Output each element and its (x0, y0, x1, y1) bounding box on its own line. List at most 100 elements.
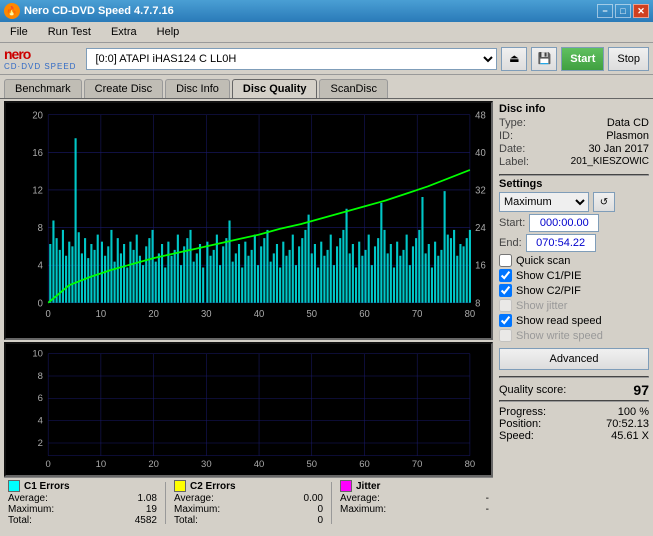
settings-title: Settings (499, 178, 649, 190)
legend-jitter-avg-row: Average: - (340, 493, 489, 504)
eject-button[interactable]: ⏏ (501, 47, 527, 71)
show-read-speed-label: Show read speed (516, 315, 602, 327)
svg-text:50: 50 (306, 308, 317, 320)
svg-text:32: 32 (475, 185, 486, 197)
legend-divider-1 (165, 482, 166, 524)
quality-score-section: Quality score: 97 (499, 382, 649, 398)
app-icon: 🔥 (4, 3, 20, 19)
stop-button[interactable]: Stop (608, 47, 649, 71)
svg-text:12: 12 (32, 185, 43, 197)
disc-info-section: Disc info Type: Data CD ID: Plasmon Date… (499, 103, 649, 168)
right-panel: Disc info Type: Data CD ID: Plasmon Date… (495, 99, 653, 528)
legend-c2-label: C2 Errors (190, 481, 236, 492)
speed-value: 45.61 X (611, 430, 649, 442)
legend-bar: C1 Errors Average: 1.08 Maximum: 19 Tota… (4, 477, 493, 528)
menu-run-test[interactable]: Run Test (42, 24, 97, 40)
divider-3 (499, 400, 649, 402)
c1-max-label: Maximum: (8, 504, 54, 515)
svg-text:60: 60 (359, 308, 370, 320)
show-write-speed-checkbox[interactable] (499, 329, 512, 342)
close-button[interactable]: ✕ (633, 4, 649, 18)
show-c2pif-checkbox[interactable] (499, 284, 512, 297)
disc-date-value: 30 Jan 2017 (588, 143, 649, 155)
legend-c1-max-row: Maximum: 19 (8, 504, 157, 515)
divider-2 (499, 376, 649, 378)
jitter-avg-value: - (486, 493, 489, 504)
svg-text:24: 24 (475, 223, 486, 235)
tabs-bar: Benchmark Create Disc Disc Info Disc Qua… (0, 75, 653, 98)
progress-value: 100 % (618, 406, 649, 418)
show-jitter-checkbox[interactable] (499, 299, 512, 312)
legend-jitter-header: Jitter (340, 480, 489, 492)
disc-info-title: Disc info (499, 103, 649, 115)
toolbar: nero CD·DVD SPEED [0:0] ATAPI iHAS124 C … (0, 43, 653, 75)
c1-color-box (8, 480, 20, 492)
drive-select[interactable]: [0:0] ATAPI iHAS124 C LL0H (86, 48, 497, 70)
advanced-button[interactable]: Advanced (499, 348, 649, 370)
show-read-speed-checkbox[interactable] (499, 314, 512, 327)
settings-end-row: End: (499, 234, 649, 252)
svg-text:16: 16 (32, 147, 43, 159)
show-c1pie-row: Show C1/PIE (499, 269, 649, 282)
quick-scan-row: Quick scan (499, 254, 649, 267)
menu-file[interactable]: File (4, 24, 34, 40)
show-jitter-row: Show jitter (499, 299, 649, 312)
legend-c1-avg-row: Average: 1.08 (8, 493, 157, 504)
svg-text:2: 2 (38, 438, 43, 448)
speed-reset-button[interactable]: ↺ (593, 192, 615, 212)
disc-type-value: Data CD (607, 117, 649, 129)
end-label: End: (499, 237, 522, 249)
start-input[interactable] (529, 214, 599, 232)
tab-benchmark[interactable]: Benchmark (4, 79, 82, 98)
jitter-max-label: Maximum: (340, 504, 386, 515)
legend-jitter: Jitter Average: - Maximum: - (340, 480, 489, 526)
svg-text:70: 70 (412, 308, 423, 320)
c2-avg-label: Average: (174, 493, 214, 504)
quick-scan-checkbox[interactable] (499, 254, 512, 267)
disc-id-row: ID: Plasmon (499, 130, 649, 142)
svg-text:80: 80 (465, 308, 476, 320)
tab-scan-disc[interactable]: ScanDisc (319, 79, 387, 98)
show-write-speed-row: Show write speed (499, 329, 649, 342)
title-bar: 🔥 Nero CD-DVD Speed 4.7.7.16 − □ ✕ (0, 0, 653, 22)
end-input[interactable] (526, 234, 596, 252)
lower-chart: 10 8 6 4 2 0 10 20 30 40 50 60 70 80 (4, 342, 493, 477)
speed-select[interactable]: Maximum (499, 192, 589, 212)
position-label: Position: (499, 418, 541, 430)
tab-disc-quality[interactable]: Disc Quality (232, 79, 318, 98)
show-c2pif-row: Show C2/PIF (499, 284, 649, 297)
divider-1 (499, 174, 649, 176)
minimize-button[interactable]: − (597, 4, 613, 18)
svg-text:0: 0 (46, 308, 52, 320)
disc-type-row: Type: Data CD (499, 117, 649, 129)
legend-c1-header: C1 Errors (8, 480, 157, 492)
position-value: 70:52.13 (606, 418, 649, 430)
menu-help[interactable]: Help (151, 24, 186, 40)
show-c1pie-checkbox[interactable] (499, 269, 512, 282)
legend-jitter-max-row: Maximum: - (340, 504, 489, 515)
disc-label-row: Label: 201_KIESZOWIC (499, 156, 649, 168)
start-button[interactable]: Start (561, 47, 604, 71)
tab-disc-info[interactable]: Disc Info (165, 79, 230, 98)
svg-text:30: 30 (201, 308, 212, 320)
disc-id-label: ID: (499, 130, 513, 142)
svg-text:20: 20 (32, 110, 43, 122)
svg-text:50: 50 (306, 460, 317, 470)
menu-bar: File Run Test Extra Help (0, 22, 653, 43)
c1-avg-label: Average: (8, 493, 48, 504)
legend-c2: C2 Errors Average: 0.00 Maximum: 0 Total… (174, 480, 323, 526)
svg-text:30: 30 (201, 460, 212, 470)
jitter-avg-label: Average: (340, 493, 380, 504)
maximize-button[interactable]: □ (615, 4, 631, 18)
menu-extra[interactable]: Extra (105, 24, 143, 40)
legend-jitter-label: Jitter (356, 481, 380, 492)
tab-create-disc[interactable]: Create Disc (84, 79, 163, 98)
c1-avg-value: 1.08 (138, 493, 157, 504)
legend-c1: C1 Errors Average: 1.08 Maximum: 19 Tota… (8, 480, 157, 526)
save-button[interactable]: 💾 (531, 47, 557, 71)
lower-chart-svg: 10 8 6 4 2 0 10 20 30 40 50 60 70 80 (6, 344, 491, 475)
nero-logo-bottom: CD·DVD SPEED (4, 62, 76, 71)
legend-divider-2 (331, 482, 332, 524)
svg-text:40: 40 (254, 460, 265, 470)
c2-total-value: 0 (317, 515, 323, 526)
